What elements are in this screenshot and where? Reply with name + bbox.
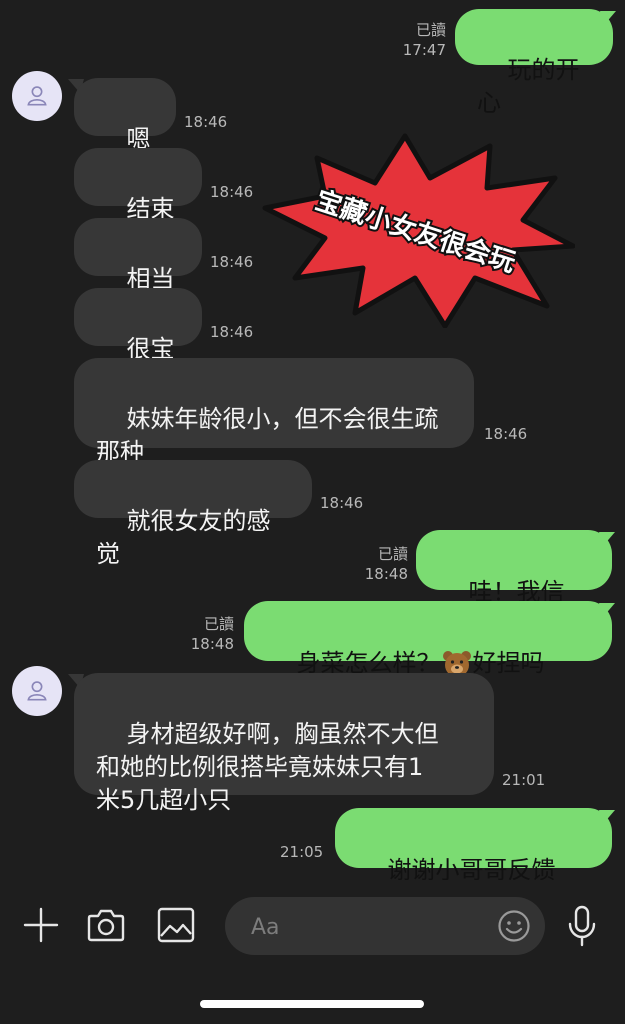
message-text: 玩的开心 xyxy=(477,56,580,117)
plus-icon[interactable] xyxy=(22,906,60,944)
message-text: 妹妹年龄很小，但不会很生疏 那种 xyxy=(96,405,439,466)
message-time: 18:48 xyxy=(364,565,408,583)
message-read-meta: 已讀 18:48 xyxy=(348,544,408,584)
microphone-icon[interactable] xyxy=(566,904,598,948)
user-icon xyxy=(27,86,47,106)
incoming-message-bubble[interactable]: 嗯呢 xyxy=(74,78,176,186)
avatar[interactable] xyxy=(12,666,62,716)
message-time: 18:46 xyxy=(210,253,254,271)
bubble-tail xyxy=(600,11,616,25)
read-receipt: 已讀 xyxy=(203,615,234,633)
camera-icon[interactable] xyxy=(86,906,126,944)
message-time: 18:46 xyxy=(484,425,528,443)
bubble-tail xyxy=(599,532,615,546)
message-time: 21:05 xyxy=(280,843,324,861)
message-read-meta: 已讀 17:47 xyxy=(386,20,446,60)
message-time: 18:46 xyxy=(184,113,228,131)
starburst-sticker: 宝藏小女友很会玩 xyxy=(262,133,575,328)
message-time: 18:46 xyxy=(210,323,254,341)
outgoing-message-bubble[interactable]: 谢谢小哥哥反馈 xyxy=(335,808,612,919)
outgoing-message-bubble[interactable]: 身菜怎么样？ 好捏吗 xyxy=(244,601,612,711)
message-input[interactable] xyxy=(249,911,473,943)
incoming-message-bubble[interactable]: 就很女友的感觉 xyxy=(74,460,312,568)
message-time: 18:48 xyxy=(190,635,234,653)
home-indicator[interactable] xyxy=(200,1000,424,1008)
chat-area: 已讀 17:47 玩的开心 嗯呢 18:46 结束啦 18:46 相当好 18:… xyxy=(0,0,625,919)
message-time: 18:46 xyxy=(320,494,364,512)
outgoing-message-bubble[interactable]: 玩的开心 xyxy=(455,9,613,117)
read-receipt: 已讀 xyxy=(415,21,446,39)
incoming-message-bubble[interactable]: 结束啦 xyxy=(74,148,202,256)
outgoing-message-bubble[interactable]: 哇！我信 xyxy=(416,530,612,640)
message-time: 18:46 xyxy=(210,183,254,201)
read-receipt: 已讀 xyxy=(377,545,408,563)
bubble-tail xyxy=(599,810,615,824)
message-time: 17:47 xyxy=(402,41,446,59)
emoji-icon[interactable] xyxy=(497,909,531,943)
message-text: 就很女友的感觉 xyxy=(96,507,271,568)
image-icon[interactable] xyxy=(156,906,196,944)
incoming-message-bubble[interactable]: 很宝藏 xyxy=(74,288,202,396)
message-text-continued: 好捏吗 xyxy=(472,649,545,677)
bubble-tail xyxy=(599,603,615,617)
message-time: 21:01 xyxy=(502,771,546,789)
incoming-message-bubble[interactable]: 相当好 xyxy=(74,218,202,326)
incoming-message-bubble[interactable]: 身材超级好啊，胸虽然不大但 和她的比例很搭毕竟妹妹只有1 米5几超小只 xyxy=(74,673,494,814)
message-text: 身材超级好啊，胸虽然不大但 和她的比例很搭毕竟妹妹只有1 米5几超小只 xyxy=(96,720,439,814)
user-icon xyxy=(27,681,47,701)
message-read-meta: 已讀 18:48 xyxy=(174,614,234,654)
avatar[interactable] xyxy=(12,71,62,121)
message-input-container xyxy=(225,897,545,955)
incoming-message-bubble[interactable]: 妹妹年龄很小，但不会很生疏 那种 xyxy=(74,358,474,466)
